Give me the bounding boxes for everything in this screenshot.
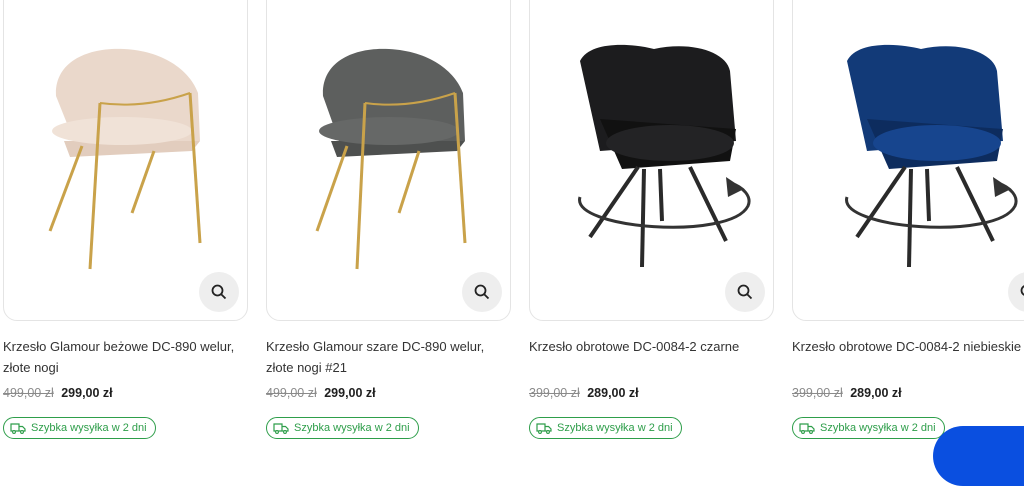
product-title[interactable]: Krzesło Glamour szare DC-890 welur, złot… — [266, 336, 511, 378]
product-image[interactable] — [3, 0, 248, 321]
beige-chair-image — [4, 1, 247, 320]
product-image[interactable] — [792, 0, 1024, 321]
product-title[interactable]: Krzesło Glamour beżowe DC-890 welur, zło… — [3, 336, 248, 378]
current-price: 289,00 zł — [850, 386, 901, 400]
product-card[interactable]: Krzesło Glamour szare DC-890 welur, złot… — [263, 0, 509, 446]
grey-chair-image — [267, 1, 510, 320]
shipping-badge: Szybka wysyłka w 2 dni — [529, 417, 682, 439]
zoom-button[interactable] — [725, 272, 765, 312]
product-card[interactable]: Krzesło obrotowe DC-0084-2 czarne 399,00… — [526, 0, 772, 446]
blue-swivel-chair-image — [793, 1, 1024, 320]
shipping-label: Szybka wysyłka w 2 dni — [557, 422, 673, 434]
black-swivel-chair-image — [530, 1, 773, 320]
shipping-badge: Szybka wysyłka w 2 dni — [792, 417, 945, 439]
old-price: 399,00 zł — [529, 386, 580, 400]
floating-action-button[interactable] — [933, 426, 1024, 486]
current-price: 299,00 zł — [61, 386, 112, 400]
shipping-badge: Szybka wysyłka w 2 dni — [3, 417, 156, 439]
price-row: 399,00 zł 289,00 zł — [792, 386, 902, 400]
product-title[interactable]: Krzesło obrotowe DC-0084-2 czarne — [529, 336, 774, 357]
shipping-label: Szybka wysyłka w 2 dni — [820, 422, 936, 434]
search-icon — [737, 284, 753, 300]
product-image[interactable] — [529, 0, 774, 321]
truck-icon — [536, 423, 552, 434]
price-row: 499,00 zł 299,00 zł — [3, 386, 113, 400]
product-grid: Krzesło Glamour beżowe DC-890 welur, zło… — [0, 0, 1024, 446]
product-card[interactable]: Krzesło Glamour beżowe DC-890 welur, zło… — [0, 0, 246, 446]
search-icon — [211, 284, 227, 300]
product-image[interactable] — [266, 0, 511, 321]
zoom-button[interactable] — [462, 272, 502, 312]
search-icon — [1020, 284, 1024, 300]
shipping-badge: Szybka wysyłka w 2 dni — [266, 417, 419, 439]
current-price: 299,00 zł — [324, 386, 375, 400]
price-row: 499,00 zł 299,00 zł — [266, 386, 376, 400]
old-price: 399,00 zł — [792, 386, 843, 400]
truck-icon — [10, 423, 26, 434]
truck-icon — [273, 423, 289, 434]
shipping-label: Szybka wysyłka w 2 dni — [294, 422, 410, 434]
old-price: 499,00 zł — [266, 386, 317, 400]
product-title[interactable]: Krzesło obrotowe DC-0084-2 niebieskie — [792, 336, 1024, 357]
price-row: 399,00 zł 289,00 zł — [529, 386, 639, 400]
product-card[interactable]: Krzesło obrotowe DC-0084-2 niebieskie 39… — [789, 0, 1024, 446]
zoom-button[interactable] — [199, 272, 239, 312]
shipping-label: Szybka wysyłka w 2 dni — [31, 422, 147, 434]
current-price: 289,00 zł — [587, 386, 638, 400]
old-price: 499,00 zł — [3, 386, 54, 400]
search-icon — [474, 284, 490, 300]
truck-icon — [799, 423, 815, 434]
